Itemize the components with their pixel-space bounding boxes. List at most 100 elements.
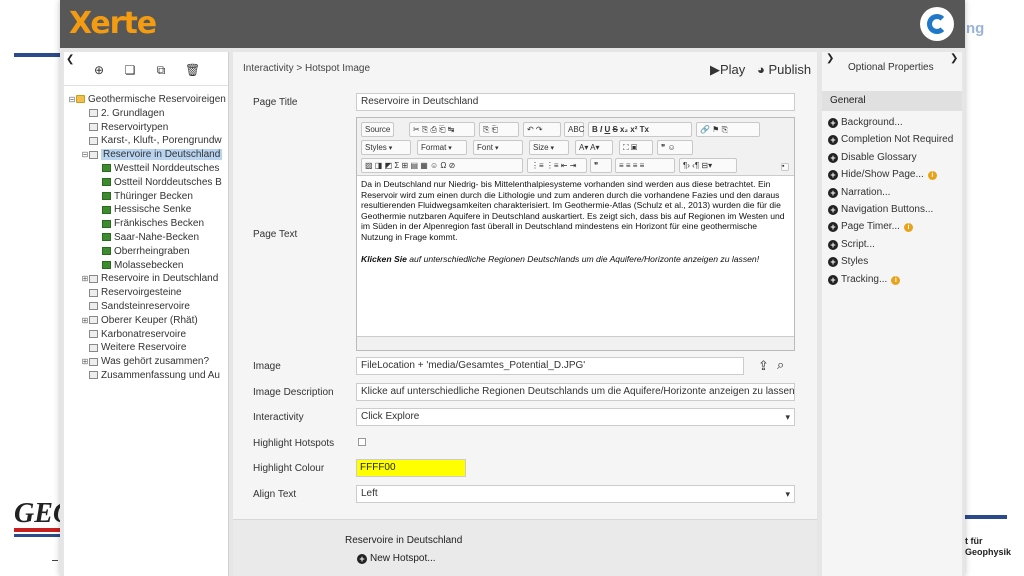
tree-expander-icon[interactable]: ⊞	[81, 355, 89, 369]
add-property-icon: +	[828, 187, 838, 198]
blockquote-group[interactable]: ❞ ☺	[657, 140, 693, 155]
direction-group[interactable]: ¶› ‹¶ ⊟▾	[679, 158, 737, 173]
clipboard-group[interactable]: ✂ ⎘ ⎙ ⎗ ↹	[409, 122, 475, 137]
optional-property-item[interactable]: + Page Timer... i	[828, 221, 913, 233]
tree-item[interactable]: Zusammenfassung und Au	[64, 369, 228, 383]
image-description-field[interactable]: Klicke auf unterschiedliche Regionen Deu…	[356, 383, 795, 401]
tree-expander-icon[interactable]: ⊞	[81, 272, 89, 286]
tree-item[interactable]: Oberrheingraben	[64, 245, 228, 259]
page-tree-panel: ❮ ⊕ ❏ ⧉ 🗑 ⊟ Geothermische Reservoireigen 2…	[64, 52, 229, 576]
play-button[interactable]: ▶Play	[710, 62, 745, 78]
tree-item[interactable]: ⊞ Oberer Keuper (Rhät)	[64, 314, 228, 328]
tree-expander-icon[interactable]: ⊟	[68, 93, 76, 107]
tree-item-label: Oberrheingraben	[114, 245, 190, 257]
tree-item[interactable]: 2. Grundlagen	[64, 107, 228, 121]
add-page-icon[interactable]: ⊕	[92, 63, 106, 77]
highlight-hotspots-checkbox[interactable]	[358, 438, 366, 446]
tree-item[interactable]: ⊟ Reservoire in Deutschland	[64, 148, 228, 162]
align-text-label: Align Text	[253, 489, 297, 500]
page-text-content[interactable]: Da in Deutschland nur Niedrig- bis Mitte…	[357, 176, 794, 267]
collapse-right-icon[interactable]: ❯	[950, 53, 958, 64]
size-dropdown[interactable]: Size	[529, 140, 569, 155]
tree-item[interactable]: Weitere Reservoire	[64, 341, 228, 355]
optional-property-item[interactable]: + Disable Glossary	[828, 152, 917, 163]
tree-item[interactable]: ⊞ Was gehört zusammen?	[64, 355, 228, 369]
optional-property-item[interactable]: + Narration...	[828, 187, 890, 198]
source-button[interactable]: Source	[361, 122, 395, 137]
tree-item[interactable]: Westteil Norddeutsches	[64, 162, 228, 176]
align-group[interactable]: ≡ ≡ ≡ ≡	[615, 158, 675, 173]
highlight-colour-field[interactable]: FFFF00	[356, 459, 466, 477]
optional-property-item[interactable]: + Hide/Show Page... i	[828, 169, 937, 181]
styles-dropdown[interactable]: Styles	[361, 140, 411, 155]
user-logo-icon[interactable]	[920, 7, 954, 41]
tree-expander-icon[interactable]: ⊞	[81, 314, 89, 328]
new-hotspot-button[interactable]: + New Hotspot...	[357, 553, 436, 564]
tree-item[interactable]: Karst-, Kluft-, Porengrundw	[64, 134, 228, 148]
subpanel-title: Reservoire in Deutschland	[345, 535, 463, 546]
page-icon	[89, 109, 98, 118]
toolbar-collapse-button[interactable]: ▪	[781, 163, 789, 171]
spellcheck-button[interactable]: ABC	[564, 122, 584, 137]
editor-status-bar	[357, 336, 794, 350]
info-icon[interactable]: i	[927, 171, 937, 181]
page-tree: ⊟ Geothermische Reservoireigen 2. Grundlag…	[64, 86, 228, 383]
collapse-left-icon[interactable]: ❮	[66, 54, 74, 65]
tree-item[interactable]: Karbonatreservoire	[64, 328, 228, 342]
list-group[interactable]: ⋮≡ ⋮≡ ⇤ ⇥	[527, 158, 587, 173]
tree-item[interactable]: ⊟ Geothermische Reservoireigen	[64, 93, 228, 107]
tree-item[interactable]: ⊞ Reservoire in Deutschland	[64, 272, 228, 286]
page-text-editor[interactable]: Source ✂ ⎘ ⎙ ⎗ ↹ ⎘ ⎗ ↶ ↷ ABC B I U S x₂ …	[356, 117, 795, 351]
font-dropdown[interactable]: Font	[473, 140, 523, 155]
search-icon[interactable]: ⌕	[777, 357, 784, 373]
delete-page-icon[interactable]: 🗑	[185, 63, 200, 77]
optional-property-item[interactable]: + Tracking... i	[828, 274, 901, 285]
background-corner-text: ng	[966, 20, 985, 37]
color-group[interactable]: A▾ A▾	[575, 140, 613, 155]
interactivity-select[interactable]: Click Explore	[356, 408, 795, 426]
tree-item[interactable]: Saar-Nahe-Becken	[64, 231, 228, 245]
tree-item[interactable]: Reservoirgesteine	[64, 286, 228, 300]
tree-item[interactable]: Reservoirtypen	[64, 121, 228, 135]
upload-icon[interactable]: ⇪	[758, 358, 769, 374]
quote-button[interactable]: ❞	[590, 158, 612, 173]
optional-property-item[interactable]: + Styles	[828, 256, 868, 268]
project-icon	[76, 95, 85, 104]
optional-property-item[interactable]: + Navigation Buttons...	[828, 204, 933, 215]
undo-redo-group[interactable]: ↶ ↷	[523, 122, 561, 137]
page-icon	[89, 150, 98, 159]
general-section-header[interactable]: General	[822, 91, 962, 111]
tree-item[interactable]: Molassebecken	[64, 259, 228, 273]
page-title-field[interactable]: Reservoire in Deutschland	[356, 93, 795, 111]
top-bar: Xerte	[60, 0, 965, 48]
text-style-group[interactable]: B I U S x₂ x² Tx	[588, 122, 692, 137]
tree-item[interactable]: Ostteil Norddeutsches B	[64, 176, 228, 190]
maximize-group[interactable]: ⛶ ▣	[619, 140, 653, 155]
background-logo-bar	[14, 528, 60, 532]
tree-item[interactable]: Thüringer Becken	[64, 190, 228, 204]
info-icon[interactable]: i	[891, 275, 901, 285]
expand-left-icon[interactable]: ❯	[826, 53, 834, 64]
align-text-select[interactable]: Left	[356, 485, 795, 503]
optional-property-item[interactable]: + Completion Not Required	[828, 134, 953, 146]
xerte-logo: Xerte	[69, 6, 157, 41]
import-page-icon[interactable]: ❏	[123, 63, 137, 77]
optional-property-item[interactable]: + Background...	[828, 117, 903, 128]
format-dropdown[interactable]: Format	[417, 140, 467, 155]
add-property-icon: +	[828, 205, 838, 215]
link-group[interactable]: 🔗 ⚑ ⎘	[696, 122, 760, 137]
background-dash	[52, 560, 58, 561]
paste-group[interactable]: ⎘ ⎗	[479, 122, 519, 137]
optional-property-label: Disable Glossary	[841, 151, 917, 163]
tree-item[interactable]: Fränkisches Becken	[64, 217, 228, 231]
duplicate-page-icon[interactable]: ⧉	[154, 63, 168, 77]
tree-item[interactable]: Hessische Senke	[64, 203, 228, 217]
add-property-icon: +	[828, 152, 838, 163]
info-icon[interactable]: i	[903, 223, 913, 233]
insert-group[interactable]: ▨ ◨ ◩ Σ ⊞ ▤ ▦ ☺ Ω ⊘	[361, 158, 523, 173]
tree-item[interactable]: Sandsteinreservoire	[64, 300, 228, 314]
publish-button[interactable]: ◕ Publish	[757, 62, 811, 77]
image-field[interactable]: FileLocation + 'media/Gesamtes_Potential…	[356, 357, 744, 375]
tree-expander-icon[interactable]: ⊟	[81, 148, 89, 162]
optional-property-item[interactable]: + Script...	[828, 239, 875, 250]
